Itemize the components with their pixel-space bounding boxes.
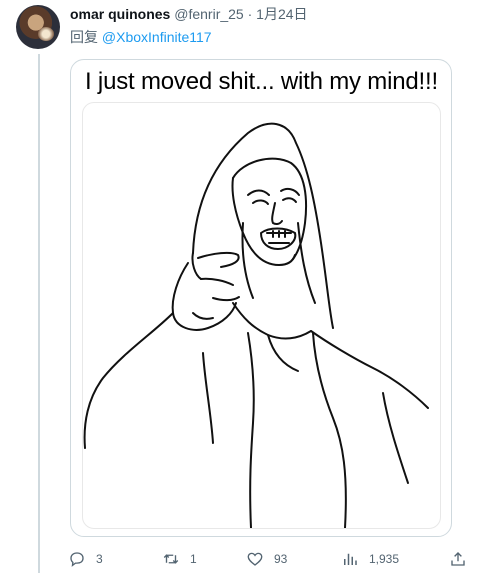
meme-image[interactable] bbox=[82, 102, 441, 529]
retweet-count: 1 bbox=[190, 552, 197, 566]
author-name[interactable]: omar quinones bbox=[70, 6, 170, 22]
speech-bubble-icon bbox=[70, 552, 84, 567]
view-count: 1,935 bbox=[369, 552, 400, 566]
share-upload-icon bbox=[451, 552, 465, 566]
thread-connector-line bbox=[38, 54, 40, 573]
pointing-man-sketch bbox=[83, 122, 429, 528]
meme-caption: I just moved shit... with my mind!!! bbox=[85, 68, 438, 95]
tweet-header: omar quinones @fenrir_25 · 1月24日 bbox=[70, 5, 308, 23]
like-button[interactable]: 93 bbox=[246, 548, 287, 570]
heart-icon bbox=[247, 552, 263, 566]
avatar[interactable] bbox=[16, 5, 60, 49]
reply-count: 3 bbox=[96, 552, 103, 566]
media-card[interactable]: I just moved shit... with my mind!!! bbox=[70, 59, 452, 537]
avatar-highlight bbox=[38, 27, 54, 41]
like-count: 93 bbox=[274, 552, 288, 566]
bar-chart-icon bbox=[344, 553, 357, 565]
reply-button[interactable]: 3 bbox=[68, 548, 103, 570]
reply-mention-link[interactable]: @XboxInfinite117 bbox=[102, 29, 212, 45]
header-separator: · bbox=[247, 6, 253, 22]
tweet-date[interactable]: 1月24日 bbox=[256, 6, 307, 22]
reply-prefix: 回复 bbox=[70, 29, 102, 45]
views-button[interactable]: 1,935 bbox=[341, 548, 399, 570]
author-handle[interactable]: @fenrir_25 bbox=[174, 6, 243, 22]
reply-context: 回复 @XboxInfinite117 bbox=[70, 28, 212, 46]
retweet-button[interactable]: 1 bbox=[162, 548, 197, 570]
share-button[interactable] bbox=[449, 548, 467, 570]
tweet-action-bar: 3 1 93 1,935 bbox=[68, 548, 468, 570]
retweet-arrows-icon bbox=[163, 554, 179, 564]
